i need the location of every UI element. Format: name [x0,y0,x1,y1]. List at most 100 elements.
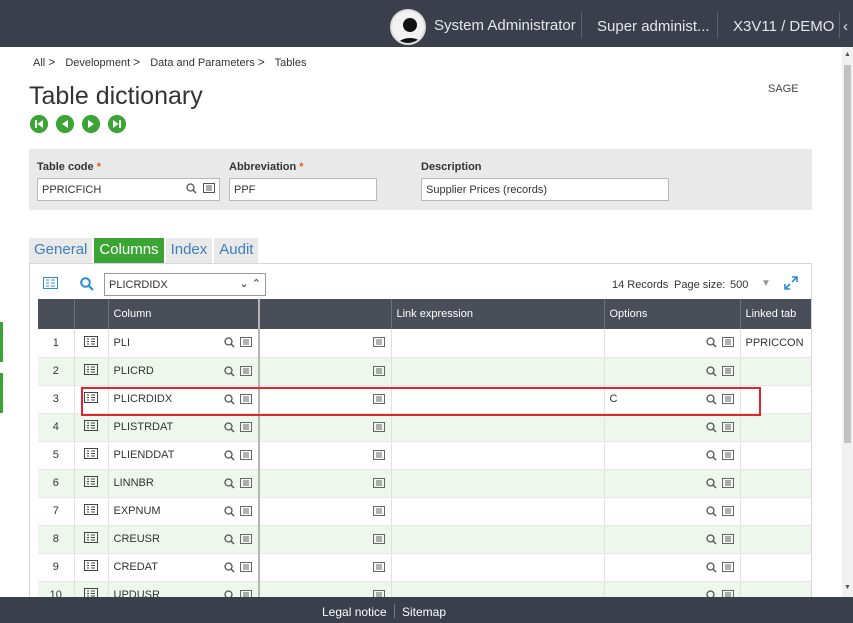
row-menu-icon[interactable] [84,560,98,571]
column-header-column[interactable]: Column [108,299,259,329]
row-menu-icon[interactable] [84,420,98,431]
detail-card-icon[interactable] [373,590,385,598]
chevron-down-up-icon[interactable]: ⌄ ⌃ [240,277,262,290]
options-cell[interactable]: C [604,385,740,413]
options-cell[interactable] [604,581,740,597]
link-expression-cell[interactable] [391,329,604,357]
search-icon[interactable] [706,478,717,489]
column-name-cell[interactable]: CREDAT [108,553,259,581]
page-size-select[interactable]: 500 [730,279,748,291]
search-icon[interactable] [224,450,235,461]
tab-columns[interactable]: Columns [94,238,163,263]
linked-table-cell[interactable] [740,525,812,553]
detail-card-icon[interactable] [373,534,385,544]
detail-card-icon[interactable] [373,366,385,376]
topbar-more-icon[interactable]: ‹ [843,18,848,35]
first-record-icon[interactable] [30,115,48,133]
row-action-cell[interactable] [74,525,108,553]
blank-cell[interactable] [259,357,391,385]
detail-card-icon[interactable] [240,366,252,376]
row-action-cell[interactable] [74,469,108,497]
blank-cell[interactable] [259,581,391,597]
search-icon[interactable] [224,590,235,598]
last-record-icon[interactable] [108,115,126,133]
link-expression-cell[interactable] [391,441,604,469]
link-expression-cell[interactable] [391,553,604,581]
row-menu-icon[interactable] [84,504,98,515]
search-icon[interactable] [186,183,197,194]
blank-cell[interactable] [259,553,391,581]
link-expression-cell[interactable] [391,413,604,441]
column-name-cell[interactable]: EXPNUM [108,497,259,525]
detail-card-icon[interactable] [240,562,252,572]
column-name-cell[interactable]: CREUSR [108,525,259,553]
detail-card-icon[interactable] [240,422,252,432]
search-icon[interactable] [224,478,235,489]
search-icon[interactable] [706,590,717,598]
detail-card-icon[interactable] [240,534,252,544]
options-cell[interactable] [604,357,740,385]
scroll-up-icon[interactable]: ▲ [844,51,851,58]
search-icon[interactable] [224,562,235,573]
detail-card-icon[interactable] [722,478,734,488]
column-name-cell[interactable]: LINNBR [108,469,259,497]
table-row[interactable]: 9CREDAT [38,553,812,581]
search-icon[interactable] [224,394,235,405]
previous-record-icon[interactable] [56,115,74,133]
linked-table-cell[interactable] [740,469,812,497]
row-action-cell[interactable] [74,329,108,357]
linked-table-cell[interactable] [740,581,812,597]
scroll-down-icon[interactable]: ▼ [844,584,851,591]
detail-card-icon[interactable] [240,506,252,516]
tab-audit[interactable]: Audit [214,238,258,263]
search-icon[interactable] [224,337,235,348]
legal-notice-link[interactable]: Legal notice [322,605,387,619]
blank-cell[interactable] [259,525,391,553]
row-action-cell[interactable] [74,385,108,413]
row-menu-icon[interactable] [84,336,98,347]
table-row[interactable]: 4PLISTRDAT [38,413,812,441]
linked-table-cell[interactable]: PPRICCON [740,329,812,357]
breadcrumb-all[interactable]: All [33,57,45,69]
user-avatar[interactable] [390,9,426,45]
row-action-cell[interactable] [74,357,108,385]
side-panel-handle[interactable] [0,322,3,362]
user-role[interactable]: Super administ... [597,18,710,35]
search-icon[interactable] [706,394,717,405]
detail-card-icon[interactable] [240,450,252,460]
scrollbar-thumb[interactable] [844,65,851,443]
search-icon[interactable] [224,422,235,433]
row-action-cell[interactable] [74,497,108,525]
link-expression-cell[interactable] [391,497,604,525]
options-cell[interactable] [604,413,740,441]
link-expression-cell[interactable] [391,469,604,497]
table-row[interactable]: 2PLICRD [38,357,812,385]
row-menu-icon[interactable] [84,392,98,403]
table-row[interactable]: 8CREUSR [38,525,812,553]
table-row[interactable]: 3PLICRDIDXC [38,385,812,413]
detail-card-icon[interactable] [373,450,385,460]
column-name-cell[interactable]: PLI [108,329,259,357]
column-header-blank[interactable] [259,299,391,329]
expand-icon[interactable] [784,276,798,290]
breadcrumb-tables[interactable]: Tables [275,57,307,69]
row-menu-icon[interactable] [84,532,98,543]
search-icon[interactable] [706,422,717,433]
blank-cell[interactable] [259,469,391,497]
search-icon[interactable] [706,366,717,377]
table-row[interactable]: 5PLIENDDAT [38,441,812,469]
page-scrollbar[interactable]: ▲ ▼ [842,47,853,597]
column-name-cell[interactable]: UPDUSR [108,581,259,597]
column-header-linked-table[interactable]: Linked tab [740,299,812,329]
detail-card-icon[interactable] [722,590,734,598]
blank-cell[interactable] [259,413,391,441]
row-menu-icon[interactable] [84,476,98,487]
column-header-options[interactable]: Options [604,299,740,329]
grid-search-input[interactable]: PLICRDIDX ⌄ ⌃ [104,273,266,296]
search-icon[interactable] [706,534,717,545]
breadcrumb-development[interactable]: Development [65,57,130,69]
detail-card-icon[interactable] [373,394,385,404]
options-cell[interactable] [604,525,740,553]
detail-card-icon[interactable] [722,366,734,376]
side-panel-handle[interactable] [0,373,3,413]
